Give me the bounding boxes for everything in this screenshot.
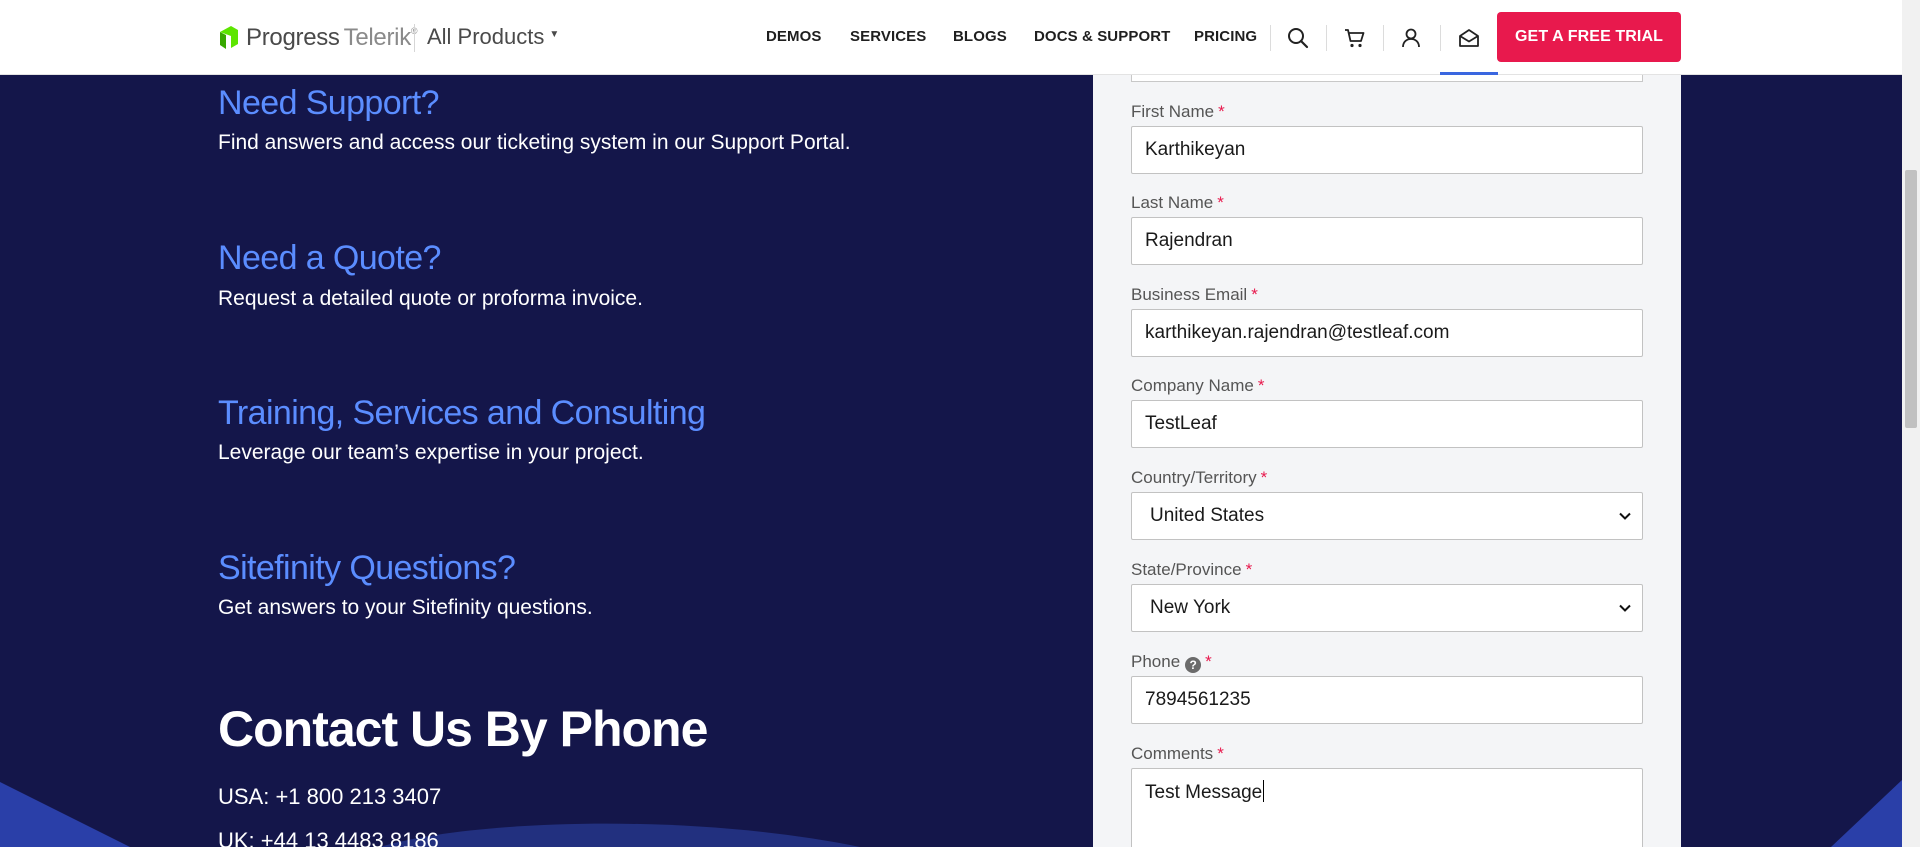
comments-value: Test Message bbox=[1145, 782, 1263, 803]
nav-divider bbox=[1440, 25, 1441, 51]
nav-services[interactable]: SERVICES bbox=[850, 28, 926, 45]
email-field[interactable] bbox=[1131, 309, 1643, 357]
section-text-support: Find answers and access our ticketing sy… bbox=[218, 131, 851, 154]
required-mark: * bbox=[1260, 468, 1268, 487]
user-icon[interactable] bbox=[1399, 26, 1423, 50]
first-name-field[interactable] bbox=[1131, 126, 1643, 174]
company-field[interactable] bbox=[1131, 400, 1643, 448]
section-text-training: Leverage our team’s expertise in your pr… bbox=[218, 441, 644, 464]
phone-uk[interactable]: UK: +44 13 4483 8186 bbox=[218, 828, 439, 847]
site-header: Progress Telerik ® All Products ▼ DEMOS … bbox=[0, 0, 1902, 75]
chevron-down-icon bbox=[1619, 604, 1631, 612]
comments-field[interactable]: Test Message bbox=[1131, 768, 1643, 847]
required-mark: * bbox=[1245, 560, 1253, 579]
required-mark: * bbox=[1217, 193, 1224, 212]
all-products-label: All Products bbox=[427, 24, 545, 49]
section-title-training[interactable]: Training, Services and Consulting bbox=[218, 394, 706, 433]
text-cursor bbox=[1263, 780, 1265, 802]
active-nav-indicator bbox=[1440, 72, 1498, 75]
contact-form: First Name* Last Name* Business Email* C… bbox=[1093, 0, 1681, 847]
required-mark: * bbox=[1205, 652, 1212, 671]
free-trial-button[interactable]: GET A FREE TRIAL bbox=[1497, 12, 1681, 62]
section-title-quote[interactable]: Need a Quote? bbox=[218, 239, 441, 278]
nav-pricing[interactable]: PRICING bbox=[1194, 28, 1257, 45]
first-name-label: First Name * bbox=[1131, 102, 1225, 122]
background-wave-decoration bbox=[0, 782, 860, 847]
phone-label-text: Phone bbox=[1131, 652, 1181, 671]
help-icon[interactable]: ? bbox=[1185, 657, 1202, 673]
last-name-label-text: Last Name bbox=[1131, 193, 1214, 212]
state-select[interactable]: New York bbox=[1131, 584, 1643, 632]
phone-field[interactable] bbox=[1131, 676, 1643, 724]
logo-telerik-text: Telerik bbox=[343, 24, 412, 51]
scrollbar-thumb[interactable] bbox=[1905, 170, 1917, 428]
nav-divider bbox=[1383, 25, 1384, 51]
all-products-dropdown[interactable]: All Products ▼ bbox=[427, 24, 559, 50]
required-mark: * bbox=[1257, 376, 1265, 395]
phone-label: Phone? * bbox=[1131, 652, 1212, 673]
state-label-text: State/Province bbox=[1131, 560, 1242, 579]
comments-label: Comments * bbox=[1131, 744, 1224, 764]
required-mark: * bbox=[1218, 102, 1225, 121]
progress-logo-icon bbox=[220, 26, 238, 49]
nav-divider bbox=[1326, 25, 1327, 51]
company-label-text: Company Name bbox=[1131, 376, 1254, 395]
background-corner-decoration bbox=[1831, 780, 1902, 847]
country-label: Country/Territory * bbox=[1131, 468, 1267, 488]
logo-progress-text: Progress bbox=[246, 24, 340, 51]
nav-demos[interactable]: DEMOS bbox=[766, 28, 822, 45]
cart-icon[interactable] bbox=[1343, 26, 1367, 50]
progress-telerik-logo[interactable]: Progress Telerik ® bbox=[218, 22, 418, 54]
state-label: State/Province * bbox=[1131, 560, 1252, 580]
last-name-label: Last Name * bbox=[1131, 193, 1224, 213]
email-label-text: Business Email bbox=[1131, 285, 1248, 304]
search-icon[interactable] bbox=[1286, 26, 1310, 50]
logo-divider bbox=[414, 24, 415, 52]
phone-usa[interactable]: USA: +1 800 213 3407 bbox=[218, 784, 441, 810]
comments-label-text: Comments bbox=[1131, 744, 1214, 763]
email-label: Business Email * bbox=[1131, 285, 1258, 305]
required-mark: * bbox=[1217, 744, 1224, 763]
nav-blogs[interactable]: BLOGS bbox=[953, 28, 1007, 45]
section-title-sitefinity[interactable]: Sitefinity Questions? bbox=[218, 549, 516, 588]
state-selected-value: New York bbox=[1150, 597, 1231, 618]
nav-divider bbox=[1270, 25, 1271, 51]
contact-phone-heading: Contact Us By Phone bbox=[218, 701, 708, 757]
caret-down-icon: ▼ bbox=[549, 28, 560, 40]
nav-docs-support[interactable]: DOCS & SUPPORT bbox=[1034, 28, 1170, 45]
country-selected-value: United States bbox=[1150, 505, 1265, 526]
page-scrollbar[interactable] bbox=[1902, 0, 1920, 847]
first-name-label-text: First Name bbox=[1131, 102, 1215, 121]
chevron-down-icon bbox=[1619, 512, 1631, 520]
country-label-text: Country/Territory bbox=[1131, 468, 1257, 487]
country-select[interactable]: United States bbox=[1131, 492, 1643, 540]
section-text-quote: Request a detailed quote or proforma inv… bbox=[218, 287, 643, 310]
section-text-sitefinity: Get answers to your Sitefinity questions… bbox=[218, 596, 593, 619]
section-title-support[interactable]: Need Support? bbox=[218, 84, 440, 123]
last-name-field[interactable] bbox=[1131, 217, 1643, 265]
company-label: Company Name * bbox=[1131, 376, 1264, 396]
envelope-icon[interactable] bbox=[1457, 26, 1481, 50]
required-mark: * bbox=[1251, 285, 1258, 304]
